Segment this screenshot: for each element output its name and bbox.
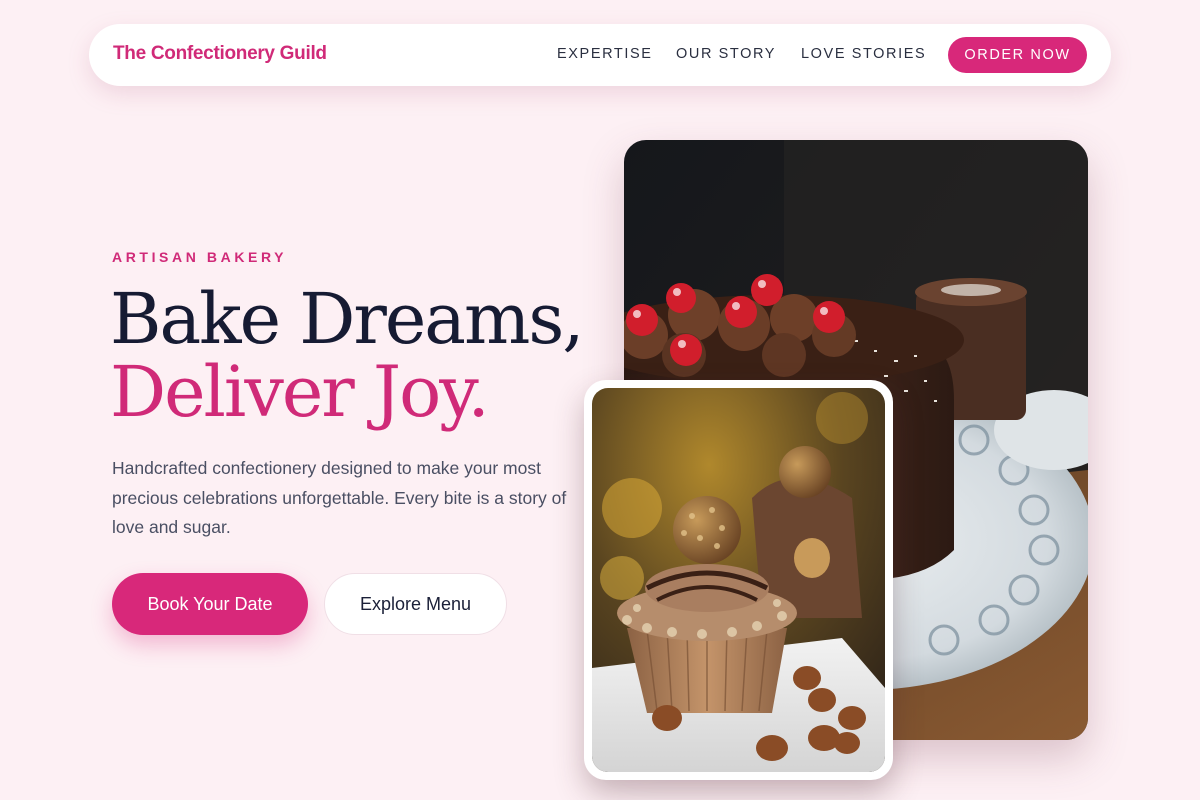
hero-headline: Bake Dreams, Deliver Joy. xyxy=(110,278,585,433)
nav-link-expertise[interactable]: EXPERTISE xyxy=(557,46,653,62)
book-your-date-button[interactable]: Book Your Date xyxy=(112,573,308,635)
headline-line-2: Deliver Joy. xyxy=(110,351,490,433)
top-navbar: The Confectionery Guild EXPERTISE OUR ST… xyxy=(89,24,1111,86)
hero-eyebrow: ARTISAN BAKERY xyxy=(112,249,288,265)
brand-logo[interactable]: The Confectionery Guild xyxy=(113,43,327,65)
order-now-button[interactable]: ORDER NOW xyxy=(948,37,1087,73)
nav-link-our-story[interactable]: OUR STORY xyxy=(676,46,776,62)
hero-description: Handcrafted confectionery designed to ma… xyxy=(112,458,567,537)
cupcake-image-frame xyxy=(584,380,893,780)
nav-link-love-stories[interactable]: LOVE STORIES xyxy=(801,46,926,62)
explore-menu-button[interactable]: Explore Menu xyxy=(324,573,507,635)
hazelnut-cupcake-image xyxy=(592,388,885,772)
headline-line-1: Bake Dreams, xyxy=(110,278,585,360)
